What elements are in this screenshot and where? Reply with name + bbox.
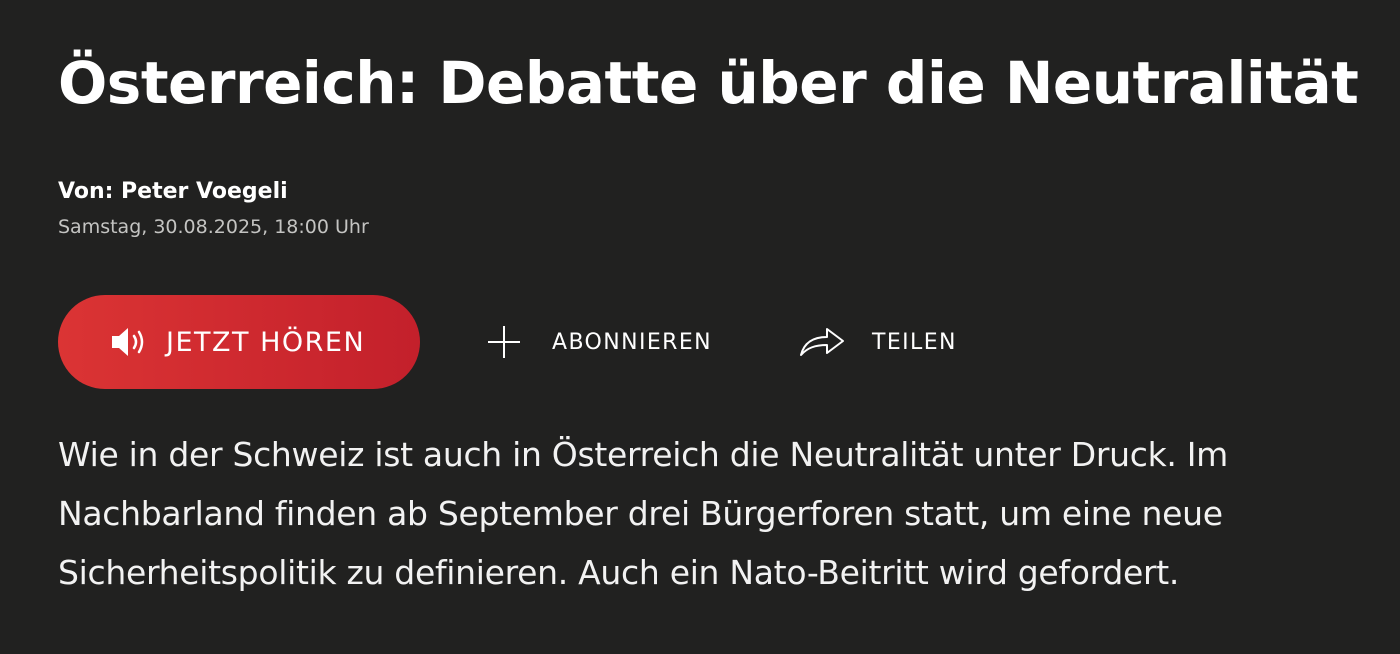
- article-date: Samstag, 30.08.2025, 18:00 Uhr: [58, 216, 369, 238]
- article-lead: Wie in der Schweiz ist auch in Österreic…: [58, 435, 1229, 592]
- share-button[interactable]: TEILEN: [798, 324, 957, 360]
- listen-now-label: JETZT HÖREN: [166, 326, 366, 358]
- subscribe-label: ABONNIEREN: [552, 329, 713, 355]
- article-header: Österreich: Debatte über die Neutralität…: [0, 0, 1400, 654]
- article-author: Von: Peter Voegeli: [58, 179, 288, 204]
- plus-icon: [486, 324, 522, 360]
- share-arrow-icon: [798, 324, 846, 360]
- share-label: TEILEN: [872, 329, 957, 355]
- listen-now-button[interactable]: JETZT HÖREN: [58, 295, 420, 389]
- subscribe-button[interactable]: ABONNIEREN: [486, 324, 712, 360]
- article-actions: JETZT HÖREN ABONNIEREN TEILEN: [58, 295, 957, 389]
- speaker-icon: [108, 322, 148, 362]
- article-title: Österreich: Debatte über die Neutralität: [58, 49, 1359, 117]
